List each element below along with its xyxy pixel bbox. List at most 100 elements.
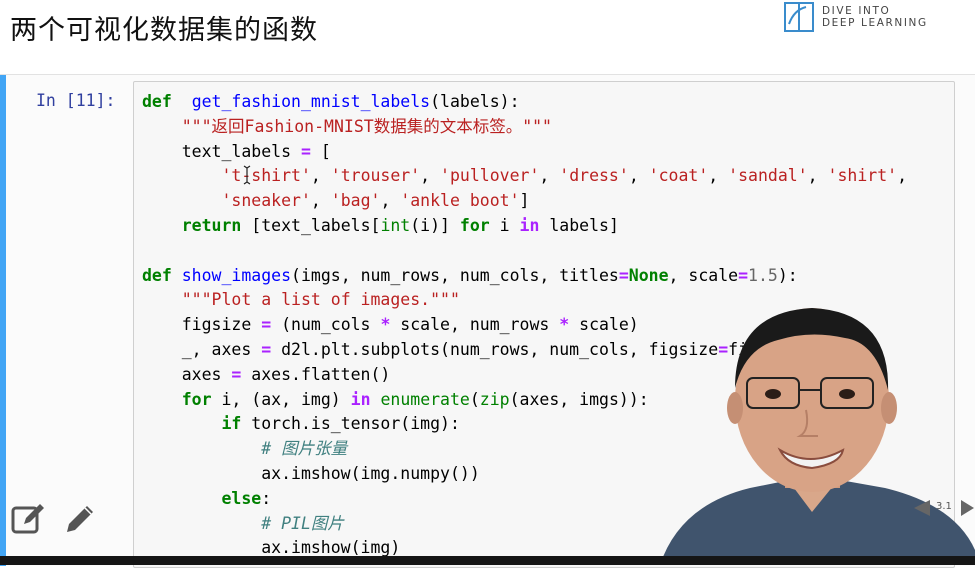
code-token: (num_cols xyxy=(271,315,381,335)
code-token: , xyxy=(628,166,649,186)
code-token: def xyxy=(142,92,172,111)
code-token: i xyxy=(489,215,520,235)
edit-note-button[interactable] xyxy=(10,502,46,536)
code-token: = xyxy=(300,141,311,161)
code-token: 'bag' xyxy=(330,191,381,211)
code-token: ( xyxy=(469,389,480,409)
code-line: 't-shirt', 'trouser', 'pullover', 'dress… xyxy=(142,164,907,189)
code-token: 'sneaker' xyxy=(221,191,311,211)
code-token: 'trouser' xyxy=(330,166,421,186)
cell-prompt: In [11]: xyxy=(36,91,116,110)
code-token: in xyxy=(350,389,371,409)
code-token: for xyxy=(459,215,490,235)
code-token: if xyxy=(221,414,242,434)
code-token: , scale xyxy=(668,265,739,285)
slide-title: 两个可视化数据集的函数 xyxy=(10,15,318,46)
code-token: def xyxy=(142,265,172,285)
code-token: axes xyxy=(142,364,232,384)
code-token: 'pullover' xyxy=(440,166,540,186)
code-token: = xyxy=(261,315,272,335)
pencil-button[interactable] xyxy=(63,502,97,536)
presenter-webcam xyxy=(660,308,975,565)
code-token: in xyxy=(519,215,540,235)
code-token: = xyxy=(261,339,272,359)
pencil-icon xyxy=(67,506,93,532)
code-token: = xyxy=(738,265,749,285)
cell-selection-bar xyxy=(0,75,6,566)
code-token: # PIL图片 xyxy=(261,513,344,533)
code-token: (axes, imgs)): xyxy=(509,389,649,409)
code-token: 'coat' xyxy=(648,166,709,186)
code-token: torch.is_tensor(img): xyxy=(241,414,460,434)
code-token: = xyxy=(231,364,242,384)
code-token: (i)] xyxy=(410,215,460,235)
code-token: scale, num_rows xyxy=(390,315,560,335)
code-token: return xyxy=(181,215,242,235)
code-token: for xyxy=(181,389,212,409)
triangle-left-icon[interactable] xyxy=(912,498,932,518)
code-token: # 图片张量 xyxy=(261,439,348,459)
code-token: """Plot a list of images.""" xyxy=(181,290,460,310)
code-token: ax.imshow(img.numpy()) xyxy=(142,463,480,483)
code-line: def show_images(imgs, num_rows, num_cols… xyxy=(142,264,907,289)
code-line: 'sneaker', 'bag', 'ankle boot'] xyxy=(142,189,907,214)
code-token: 'ankle boot' xyxy=(400,191,520,211)
code-token: , xyxy=(539,166,560,186)
code-token: 'sandal' xyxy=(728,166,808,186)
code-token: i, (ax, img) xyxy=(211,389,351,409)
code-token: 'dress' xyxy=(559,166,629,186)
code-token: labels] xyxy=(539,215,619,235)
code-token: get_fashion_mnist_labels xyxy=(191,92,431,111)
code-token: , xyxy=(708,166,729,186)
code-token: [text_labels[ xyxy=(241,215,381,235)
code-token: , xyxy=(807,166,828,186)
text-cursor-icon xyxy=(243,165,251,185)
d2l-logo: DIVE INTO DEEP LEARNING xyxy=(782,0,972,34)
edit-note-icon xyxy=(11,504,44,534)
code-token: , xyxy=(420,166,441,186)
bottom-bar xyxy=(0,556,975,565)
code-token: _, axes xyxy=(142,339,262,359)
code-line: text_labels = [ xyxy=(142,140,907,165)
code-token: ax.imshow(img) xyxy=(142,538,401,558)
code-token: None xyxy=(628,265,669,285)
code-token: [ xyxy=(310,141,331,161)
code-token: ): xyxy=(777,265,798,285)
code-token: 'shirt' xyxy=(827,166,898,186)
code-token: figsize xyxy=(142,315,262,335)
code-token: show_images xyxy=(181,265,292,285)
code-token: else xyxy=(221,488,262,508)
code-token: = xyxy=(618,265,629,285)
code-token: * xyxy=(559,315,570,335)
code-token: , xyxy=(897,166,908,186)
code-token: int xyxy=(380,215,411,235)
code-line: def get_fashion_mnist_labels(labels): xyxy=(142,90,907,115)
code-token: (labels): xyxy=(430,92,520,111)
code-token: : xyxy=(261,488,272,508)
code-token: enumerate xyxy=(380,389,470,409)
code-line: """返回Fashion-MNIST数据集的文本标签。""" xyxy=(142,115,907,140)
code-token: ] xyxy=(519,191,530,211)
code-token: 1.5 xyxy=(748,265,778,285)
code-token: """返回Fashion-MNIST数据集的文本标签。""" xyxy=(181,116,552,136)
logo-line-1: DIVE INTO xyxy=(822,5,891,17)
logo-line-2: DEEP LEARNING xyxy=(822,17,928,29)
code-token: , xyxy=(310,166,331,186)
triangle-right-icon[interactable] xyxy=(959,498,975,518)
code-token: * xyxy=(380,315,391,335)
code-token: (imgs, num_rows, num_cols, titles xyxy=(291,265,619,285)
page-number: 3.1 xyxy=(936,501,952,512)
code-token: 't-shirt' xyxy=(221,166,311,186)
